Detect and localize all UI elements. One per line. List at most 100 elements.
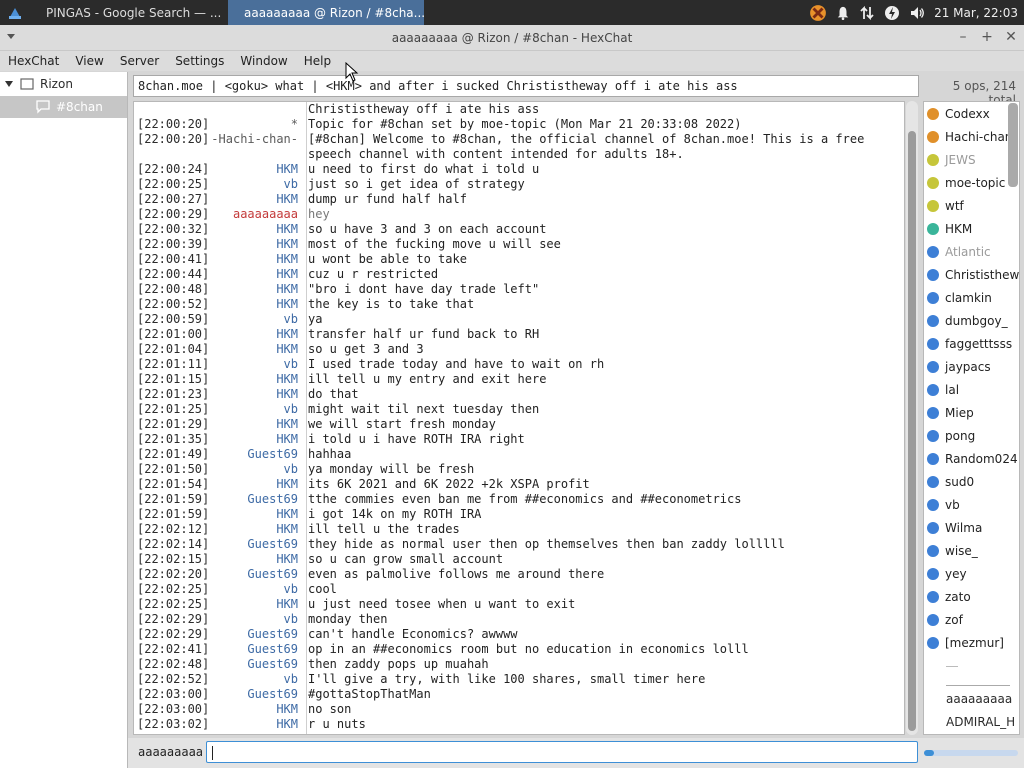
power-icon[interactable]: [884, 5, 900, 21]
message-nick[interactable]: vb: [206, 582, 302, 597]
network-icon[interactable]: [859, 5, 875, 21]
message-nick[interactable]: -Hachi-chan-: [206, 132, 302, 162]
chat-separator[interactable]: [306, 102, 307, 734]
message-nick[interactable]: HKM: [206, 297, 302, 312]
minimize-button[interactable]: –: [956, 29, 970, 45]
topic-field[interactable]: 8chan.moe | <goku> what | <HKM> and afte…: [133, 75, 919, 97]
message-nick[interactable]: Guest69: [206, 657, 302, 672]
menu-view[interactable]: View: [67, 54, 111, 68]
message-nick[interactable]: HKM: [206, 267, 302, 282]
taskbar-task-firefox[interactable]: PINGAS - Google Search — ...: [30, 0, 228, 25]
user-list-item[interactable]: HKM: [924, 217, 1019, 240]
message-nick[interactable]: vb: [206, 612, 302, 627]
message-nick[interactable]: Guest69: [206, 537, 302, 552]
taskbar-task-hexchat[interactable]: aaaaaaaaa @ Rizon / #8cha...: [228, 0, 424, 25]
message-nick[interactable]: vb: [206, 402, 302, 417]
message-nick[interactable]: Guest69: [206, 642, 302, 657]
message-nick[interactable]: HKM: [206, 432, 302, 447]
user-list-item[interactable]: sud0: [924, 470, 1019, 493]
menu-help[interactable]: Help: [296, 54, 339, 68]
user-list-item[interactable]: jaypacs: [924, 355, 1019, 378]
user-list-item[interactable]: Codexx: [924, 102, 1019, 125]
user-list-item[interactable]: vb: [924, 493, 1019, 516]
message-nick[interactable]: Guest69: [206, 567, 302, 582]
message-nick[interactable]: Guest69: [206, 492, 302, 507]
user-list-item[interactable]: Random024: [924, 447, 1019, 470]
message-nick[interactable]: HKM: [206, 702, 302, 717]
message-nick[interactable]: HKM: [206, 522, 302, 537]
user-list-item[interactable]: zof: [924, 608, 1019, 631]
message-input[interactable]: [206, 741, 918, 763]
clock[interactable]: 21 Mar, 22:03: [934, 6, 1018, 20]
expand-arrow-icon[interactable]: [4, 79, 14, 89]
user-list-item[interactable]: faggetttsss: [924, 332, 1019, 355]
maximize-button[interactable]: +: [980, 29, 994, 45]
menu-settings[interactable]: Settings: [167, 54, 232, 68]
user-list-item[interactable]: pong: [924, 424, 1019, 447]
server-row-rizon[interactable]: Rizon: [0, 72, 127, 96]
message-nick[interactable]: HKM: [206, 507, 302, 522]
volume-icon[interactable]: [909, 5, 925, 21]
message-nick[interactable]: HKM: [206, 477, 302, 492]
user-list-item[interactable]: zato: [924, 585, 1019, 608]
hexchat-tray-icon[interactable]: [809, 4, 827, 22]
menu-window[interactable]: Window: [232, 54, 295, 68]
user-status-icon: [927, 383, 939, 396]
user-list-item[interactable]: JEWS: [924, 148, 1019, 171]
message-nick[interactable]: HKM: [206, 372, 302, 387]
message-nick[interactable]: [206, 102, 302, 117]
message-nick[interactable]: HKM: [206, 417, 302, 432]
user-list-item[interactable]: Christistheway: [924, 263, 1019, 286]
message-nick[interactable]: HKM: [206, 282, 302, 297]
message-nick[interactable]: Guest69: [206, 687, 302, 702]
user-list-item[interactable]: dumbgoy_: [924, 309, 1019, 332]
message-nick[interactable]: HKM: [206, 222, 302, 237]
chat-scrollbar-thumb[interactable]: [908, 131, 916, 731]
user-list-item[interactable]: lal: [924, 378, 1019, 401]
nick-button[interactable]: aaaaaaaaa: [138, 745, 203, 759]
menu-server[interactable]: Server: [112, 54, 167, 68]
user-list-item[interactable]: Atlantic: [924, 240, 1019, 263]
message-nick[interactable]: aaaaaaaaa: [206, 207, 302, 222]
user-list-item[interactable]: Wilma: [924, 516, 1019, 539]
message-nick[interactable]: HKM: [206, 717, 302, 732]
message-nick[interactable]: HKM: [206, 552, 302, 567]
user-list-item[interactable]: ADMIRAL_H: [946, 711, 1019, 734]
message-nick[interactable]: HKM: [206, 342, 302, 357]
message-nick[interactable]: Guest69: [206, 447, 302, 462]
message-nick[interactable]: vb: [206, 462, 302, 477]
message-nick[interactable]: HKM: [206, 252, 302, 267]
channel-row-8chan[interactable]: #8chan: [0, 96, 127, 118]
user-nick: Miep: [945, 405, 974, 420]
message-nick[interactable]: vb: [206, 672, 302, 687]
message-nick[interactable]: HKM: [206, 237, 302, 252]
message-nick[interactable]: HKM: [206, 162, 302, 177]
close-button[interactable]: ✕: [1004, 29, 1018, 45]
message-nick[interactable]: vb: [206, 357, 302, 372]
app-menu-button[interactable]: [0, 0, 30, 25]
user-list-item[interactable]: clamkin: [924, 286, 1019, 309]
user-list-scrollbar-thumb[interactable]: [1008, 103, 1018, 187]
user-list-item[interactable]: Miep: [924, 401, 1019, 424]
chat-scrollbar[interactable]: [906, 101, 918, 735]
message-nick[interactable]: vb: [206, 177, 302, 192]
user-list-item[interactable]: yey: [924, 562, 1019, 585]
menu-hexchat[interactable]: HexChat: [0, 54, 67, 68]
message-nick[interactable]: vb: [206, 312, 302, 327]
user-list-item[interactable]: wtf: [924, 194, 1019, 217]
message-nick[interactable]: HKM: [206, 192, 302, 207]
message-nick[interactable]: Guest69: [206, 627, 302, 642]
message-nick[interactable]: HKM: [206, 327, 302, 342]
chat-log[interactable]: Christistheway off i ate his ass [22:00:2…: [133, 101, 905, 735]
message-nick[interactable]: HKM: [206, 597, 302, 612]
user-list-item[interactable]: [mezmur]: [924, 631, 1019, 654]
user-list-item[interactable]: moe-topic: [924, 171, 1019, 194]
user-list-item[interactable]: aaaaaaaaa: [946, 688, 1019, 711]
user-list-item[interactable]: Hachi-chan-: [924, 125, 1019, 148]
user-list[interactable]: Codexx Hachi-chan- JEWS moe-topic wtf HKM Atla…: [923, 101, 1020, 735]
window-titlebar[interactable]: aaaaaaaaa @ Rizon / #8chan - HexChat – +…: [0, 25, 1024, 51]
message-nick[interactable]: *: [206, 117, 302, 132]
bell-icon[interactable]: [836, 6, 850, 20]
user-list-item[interactable]: wise_: [924, 539, 1019, 562]
message-nick[interactable]: HKM: [206, 387, 302, 402]
